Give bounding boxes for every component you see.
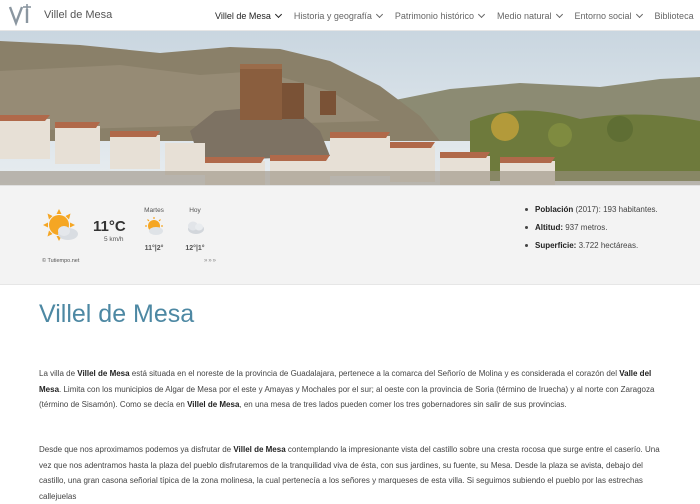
cloud-icon bbox=[188, 221, 204, 234]
description-paragraph: Desde que nos aproximamos podemos ya dis… bbox=[39, 442, 663, 504]
forecast-day-name: Hoy bbox=[189, 207, 201, 214]
bold-town-name: Villel de Mesa bbox=[187, 400, 240, 409]
forecast-temperatures: 12°|1° bbox=[185, 245, 205, 252]
chevron-down-icon bbox=[274, 10, 282, 18]
weather-credit-link[interactable]: © Tutiempo.net bbox=[42, 258, 79, 264]
top-navbar: Villel de Mesa Villel de Mesa Historia y… bbox=[0, 0, 700, 31]
text: está situada en el noreste de la provinc… bbox=[129, 369, 620, 378]
site-logo[interactable]: Villel de Mesa bbox=[8, 3, 112, 27]
chevron-down-icon bbox=[635, 10, 643, 18]
sun-cloud-icon bbox=[42, 209, 80, 250]
logo-vt-icon bbox=[8, 4, 31, 27]
fact-population: Población (2017): 193 habitantes. bbox=[525, 205, 658, 214]
menu-item-label: Historia y geografía bbox=[293, 10, 372, 21]
fact-value: 193 habitantes. bbox=[603, 205, 658, 214]
text: La villa de bbox=[39, 369, 78, 378]
text: Desde que nos aproximamos podemos ya dis… bbox=[39, 445, 234, 454]
fact-surface: Superficie: 3.722 hectáreas. bbox=[525, 241, 658, 250]
current-temperature: 11°C bbox=[93, 218, 126, 235]
wind-speed: 5 km/h bbox=[104, 236, 124, 243]
town-facts-list: Población (2017): 193 habitantes. Altitu… bbox=[525, 205, 658, 259]
info-band: 11°C 5 km/h © Tutiempo.net Martes 11°|2°… bbox=[0, 185, 700, 285]
village-castle-illustration bbox=[0, 31, 700, 185]
chevron-down-icon bbox=[477, 10, 485, 18]
forecast-day-name: Martes bbox=[144, 207, 164, 214]
menu-item-entorno-social[interactable]: Entorno social bbox=[574, 10, 643, 21]
fact-altitude: Altitud: 937 metros. bbox=[525, 223, 658, 232]
menu-item-historia[interactable]: Historia y geografía bbox=[293, 10, 383, 21]
page-title: Villel de Mesa bbox=[39, 300, 195, 328]
forecast-day-tuesday: Martes 11°|2° bbox=[134, 207, 174, 252]
chevron-down-icon bbox=[375, 10, 383, 18]
forecast-temperatures: 11°|2° bbox=[144, 245, 164, 252]
menu-item-label: Entorno social bbox=[574, 10, 632, 21]
fact-label: Superficie: bbox=[535, 241, 577, 250]
menu-item-villel-de-mesa[interactable]: Villel de Mesa bbox=[215, 10, 282, 21]
forecast-day-today: Hoy 12°|1° bbox=[175, 207, 215, 252]
more-forecast-link[interactable]: »»» bbox=[204, 258, 217, 264]
intro-paragraph: La villa de Villel de Mesa está situada … bbox=[39, 366, 663, 413]
menu-item-patrimonio[interactable]: Patrimonio histórico bbox=[394, 10, 485, 21]
sun-cloud-icon bbox=[145, 217, 163, 235]
fact-label: Altitud: bbox=[535, 223, 563, 232]
main-menu: Villel de Mesa Historia y geografía Patr… bbox=[215, 0, 700, 31]
menu-item-label: Patrimonio histórico bbox=[394, 10, 474, 21]
menu-item-biblioteca[interactable]: Biblioteca bbox=[655, 11, 694, 21]
chevron-down-icon bbox=[555, 10, 563, 18]
menu-item-medio-natural[interactable]: Medio natural bbox=[496, 10, 563, 21]
fact-year: (2017): bbox=[575, 205, 601, 214]
menu-item-label: Biblioteca bbox=[654, 10, 694, 21]
menu-item-label: Medio natural bbox=[496, 10, 552, 21]
bold-town-name: Villel de Mesa bbox=[233, 445, 286, 454]
hero-village-image bbox=[0, 31, 700, 185]
fact-label: Población bbox=[535, 205, 574, 214]
text: , en una mesa de tres lados pueden comer… bbox=[239, 400, 567, 409]
fact-value: 937 metros. bbox=[565, 223, 608, 232]
bold-town-name: Villel de Mesa bbox=[77, 369, 130, 378]
menu-item-label: Villel de Mesa bbox=[215, 10, 271, 21]
fact-value: 3.722 hectáreas. bbox=[578, 241, 639, 250]
site-name: Villel de Mesa bbox=[44, 9, 113, 21]
